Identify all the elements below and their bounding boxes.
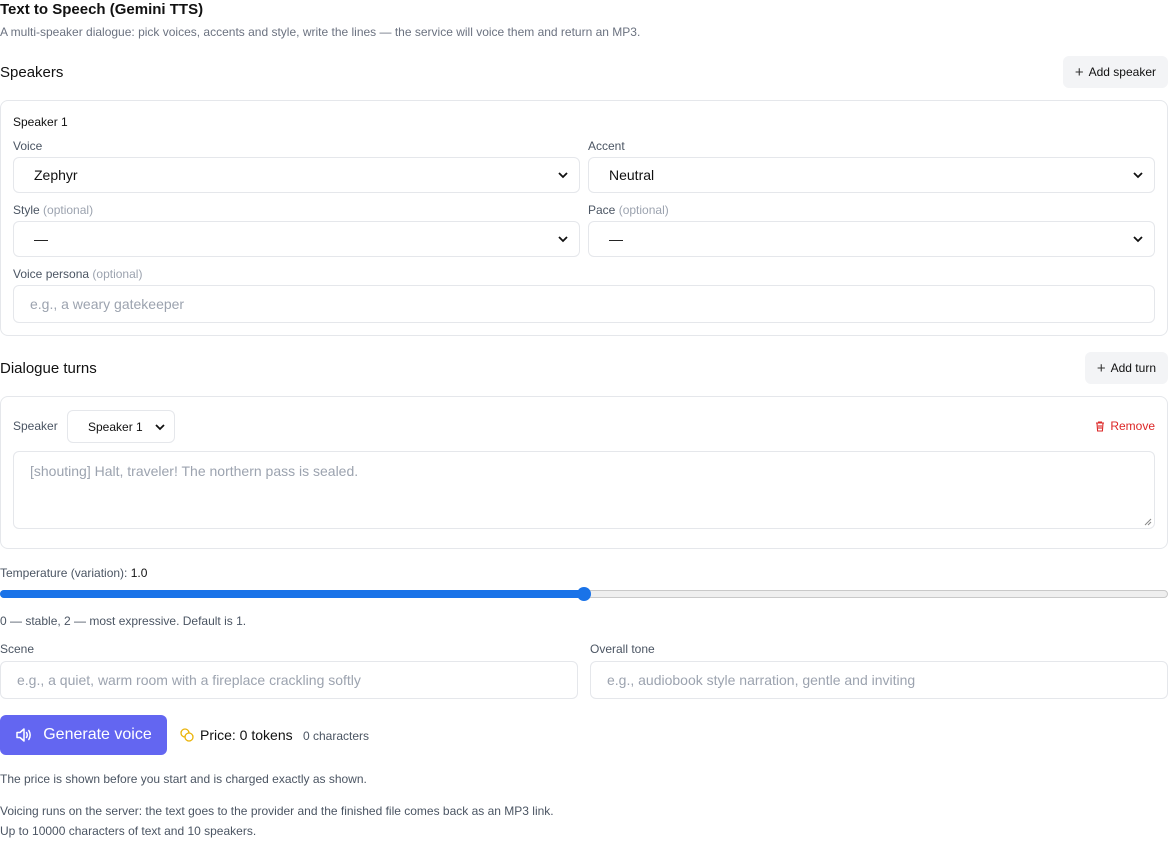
limits-note: Up to 10000 characters of text and 10 sp… [0,824,257,838]
tone-label: Overall tone [590,642,655,656]
scene-input[interactable]: e.g., a quiet, warm room with a fireplac… [0,661,578,699]
add-turn-label: Add turn [1110,361,1156,375]
page-subtitle: A multi-speaker dialogue: pick voices, a… [0,25,641,39]
optional-hint: (optional) [43,203,94,217]
style-label: Style (optional) [13,203,93,217]
chevron-down-icon [155,423,165,430]
pace-select-value: — [609,231,623,247]
page-title: Text to Speech (Gemini TTS) [0,1,204,18]
pace-label-text: Pace [588,203,616,217]
plus-icon: + [1096,359,1106,377]
accent-label: Accent [588,139,625,153]
optional-hint: (optional) [92,267,143,281]
scene-placeholder: e.g., a quiet, warm room with a fireplac… [17,672,361,688]
tone-input[interactable]: e.g., audiobook style narration, gentle … [590,661,1168,699]
temperature-slider[interactable] [0,587,1168,601]
accent-select-value: Neutral [609,167,655,183]
chevron-down-icon [1133,172,1143,179]
accent-select[interactable]: Neutral [588,157,1155,193]
dialogue-header: Dialogue turns + Add turn [0,352,1168,384]
coins-icon [180,728,194,742]
slider-thumb[interactable] [577,587,591,601]
remove-label: Remove [1110,419,1155,433]
turn-speaker-label: Speaker [13,419,58,433]
persona-label-text: Voice persona [13,267,90,281]
server-note: Voicing runs on the server: the text goe… [0,804,554,818]
dialogue-title: Dialogue turns [0,359,97,377]
turn-text-placeholder: [shouting] Halt, traveler! The northern … [30,463,359,479]
speakers-header: Speakers + Add speaker [0,56,1168,88]
speaker-card: Speaker 1 Voice Zephyr Accent Neutral St… [0,100,1168,336]
trash-icon [1096,421,1105,432]
add-speaker-button[interactable]: + Add speaker [1062,56,1168,88]
slider-fill [0,590,584,598]
turn-card: Speaker Speaker 1 Remove [shouting] Halt… [0,396,1168,549]
pace-select[interactable]: — [588,221,1155,257]
price-display: Price: 0 tokens [180,727,293,743]
temperature-value: 1.0 [130,566,148,580]
persona-placeholder: e.g., a weary gatekeeper [30,296,185,312]
voice-select[interactable]: Zephyr [13,157,580,193]
persona-label: Voice persona (optional) [13,267,142,281]
temperature-label-text: Temperature (variation): [0,566,128,580]
style-select-value: — [34,231,48,247]
persona-input[interactable]: e.g., a weary gatekeeper [13,285,1155,323]
price-note: The price is shown before you start and … [0,772,367,786]
plus-icon: + [1074,63,1084,81]
char-count: 0 characters [303,729,370,743]
generate-voice-button[interactable]: Generate voice [0,715,167,755]
turn-speaker-value: Speaker 1 [88,419,143,434]
voice-label: Voice [13,139,43,153]
generate-label: Generate voice [43,726,152,743]
optional-hint: (optional) [618,203,669,217]
chevron-down-icon [558,172,568,179]
voice-select-value: Zephyr [34,167,78,183]
turn-text-input[interactable]: [shouting] Halt, traveler! The northern … [13,451,1155,529]
speaker-name: Speaker 1 [13,115,68,129]
turn-speaker-select[interactable]: Speaker 1 [67,410,175,443]
scene-label: Scene [0,642,35,656]
resize-handle-icon[interactable] [1143,517,1152,526]
pace-label: Pace (optional) [588,203,669,217]
temperature-label: Temperature (variation): 1.0 [0,566,147,580]
add-speaker-label: Add speaker [1088,65,1156,79]
chevron-down-icon [1133,236,1143,243]
add-turn-button[interactable]: + Add turn [1084,352,1168,384]
tone-placeholder: e.g., audiobook style narration, gentle … [607,672,916,688]
price-text: Price: 0 tokens [200,727,293,743]
speakers-title: Speakers [0,63,64,81]
style-select[interactable]: — [13,221,580,257]
style-label-text: Style [13,203,40,217]
remove-turn-button[interactable]: Remove [1094,419,1155,433]
chevron-down-icon [558,236,568,243]
temperature-hint: 0 — stable, 2 — most expressive. Default… [0,614,247,628]
speaker-icon [16,728,32,742]
